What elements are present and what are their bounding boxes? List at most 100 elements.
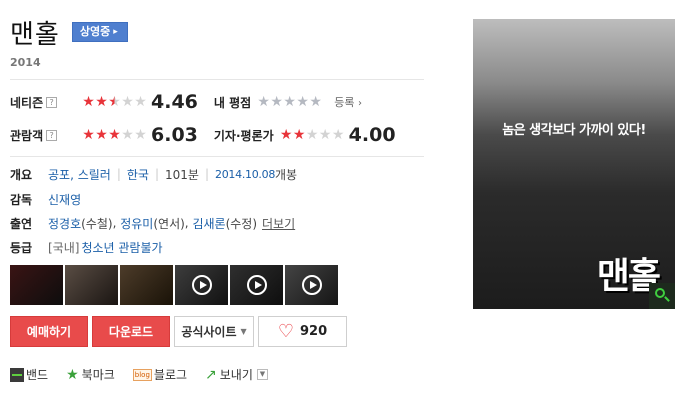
magnifier-handle: [664, 296, 670, 302]
send-label: 보내기: [219, 368, 253, 382]
rating-row-audience: 관람객 ? ★ ★ ★ ★ ★ 6.03 기자·평론가 ★ ★ ★ ★ ★ 4.…: [10, 124, 396, 146]
poster-tagline: 놈은 생각보다 가까이 있다!: [502, 123, 646, 138]
star-icon: ★: [108, 127, 121, 143]
blog-icon: blog: [132, 368, 152, 381]
cast-more-link[interactable]: 더보기: [262, 215, 295, 232]
release-suffix: 개봉: [275, 167, 298, 182]
star-icon: ★: [305, 127, 319, 143]
share-bookmark[interactable]: ★ 북마크: [66, 366, 115, 383]
action-buttons: 예매하기 다운로드 공식사이트 ▼ ♡ 920: [10, 316, 347, 347]
status-label: 상영중: [79, 25, 111, 38]
divider: [10, 79, 424, 80]
official-site-label: 공식사이트: [181, 325, 237, 339]
star-icon: ★: [292, 127, 306, 143]
star-icon: ★: [331, 127, 345, 143]
register-rating-link[interactable]: 등록 ›: [334, 94, 362, 110]
share-blog[interactable]: blog 블로그: [132, 366, 188, 383]
critic-stars: ★ ★ ★ ★ ★: [280, 128, 345, 142]
still-thumbnail[interactable]: [10, 265, 63, 305]
actor-link[interactable]: 정경호: [48, 215, 81, 232]
reserve-button[interactable]: 예매하기: [10, 316, 88, 347]
movie-poster[interactable]: 놈은 생각보다 가까이 있다! 맨홀: [473, 19, 675, 309]
release-year: 2014: [10, 56, 41, 69]
comma: ,: [112, 216, 121, 230]
register-link-text: 등록: [334, 96, 355, 109]
dropdown-icon[interactable]: ▼: [256, 369, 268, 380]
star-icon: ★: [95, 94, 108, 110]
star-icon[interactable]: ★: [283, 95, 296, 109]
netizen-stars: ★ ★ ★ ★ ★: [82, 95, 147, 109]
release-date-link[interactable]: 2014.10.08: [215, 168, 275, 181]
critic-score: 4.00: [348, 124, 396, 146]
official-site-button[interactable]: 공식사이트 ▼: [174, 316, 254, 347]
title-row: 맨홀 상영중 ▸: [10, 12, 128, 52]
zoom-button[interactable]: [649, 283, 675, 309]
runtime: 101분: [165, 167, 199, 182]
netizen-rating-label: 네티즌 ?: [10, 94, 76, 111]
still-thumbnail[interactable]: [65, 265, 118, 305]
director-link[interactable]: 신재영: [48, 191, 81, 208]
netizen-score: 4.46: [151, 91, 198, 113]
info-row-cast: 출연 정경호 (수철), 정유미 (연서), 김새론 (수정) 더보기: [10, 213, 295, 233]
star-icon[interactable]: ★: [257, 95, 270, 109]
chevron-right-icon: ›: [357, 98, 362, 109]
actor-link[interactable]: 김새론: [192, 215, 225, 232]
star-icon: ★: [121, 94, 134, 110]
info-row-grade: 등급 [국내] 청소년 관람불가: [10, 237, 163, 257]
help-icon[interactable]: ?: [46, 96, 58, 108]
caret-down-icon: ▼: [240, 327, 247, 336]
comma: ,: [184, 216, 193, 230]
star-icon[interactable]: ★: [270, 95, 283, 109]
star-icon: ★: [95, 127, 108, 143]
star-icon: ★: [134, 94, 147, 110]
still-thumbnail[interactable]: [120, 265, 173, 305]
status-badge[interactable]: 상영중 ▸: [71, 22, 128, 42]
actor-role: (연서): [153, 216, 185, 231]
star-half-icon: ★: [108, 94, 121, 110]
download-button[interactable]: 다운로드: [92, 316, 170, 347]
audience-stars: ★ ★ ★ ★ ★: [82, 128, 147, 142]
grade-link[interactable]: 청소년 관람불가: [81, 239, 162, 256]
help-icon[interactable]: ?: [46, 129, 58, 141]
star-icon: ★: [279, 127, 293, 143]
bookmark-label: 북마크: [81, 368, 115, 382]
video-thumbnail[interactable]: [230, 265, 283, 305]
audience-score: 6.03: [151, 124, 198, 146]
my-rating-label: 내 평점: [213, 95, 252, 110]
star-icon: ★: [121, 127, 134, 143]
grade-label: 등급: [10, 240, 33, 255]
star-icon: ★: [82, 127, 95, 143]
genre-link[interactable]: 공포, 스릴러: [48, 166, 111, 183]
band-icon: [10, 367, 24, 382]
play-icon: [301, 275, 322, 295]
separator: |: [204, 167, 210, 181]
video-thumbnail[interactable]: [285, 265, 338, 305]
star-icon: ★: [318, 127, 332, 143]
like-button[interactable]: ♡ 920: [258, 316, 347, 347]
movie-title: 맨홀: [10, 19, 60, 50]
cast-label: 출연: [10, 216, 33, 231]
blog-label: 블로그: [153, 368, 188, 382]
actor-role: (수정): [225, 216, 258, 231]
video-thumbnail[interactable]: [175, 265, 228, 305]
outline-label: 개요: [10, 167, 33, 182]
band-label: 밴드: [26, 368, 49, 382]
country-link[interactable]: 한국: [127, 166, 149, 183]
play-icon: [246, 275, 267, 295]
star-icon: ★: [82, 94, 95, 110]
star-icon[interactable]: ★: [296, 95, 309, 109]
star-icon[interactable]: ★: [309, 95, 322, 109]
send-arrow-icon: ↗: [205, 366, 217, 383]
actor-link[interactable]: 정유미: [120, 215, 153, 232]
my-rating-stars[interactable]: ★ ★ ★ ★ ★: [257, 95, 322, 109]
star-bookmark-icon: ★: [66, 366, 79, 383]
critic-rating-label: 기자·평론가: [213, 128, 274, 143]
share-band[interactable]: 밴드: [10, 366, 48, 383]
chevron-right-icon: ▸: [113, 27, 118, 37]
grade-region: [국내]: [48, 240, 80, 255]
share-row: 밴드 ★ 북마크 blog 블로그 ↗ 보내기 ▼: [10, 366, 286, 383]
thumbnail-strip: [10, 265, 338, 305]
separator: |: [116, 167, 121, 181]
rating-row-netizen: 네티즌 ? ★ ★ ★ ★ ★ 4.46 내 평점 ★ ★ ★ ★ ★ 등록 ›: [10, 91, 362, 113]
share-send[interactable]: ↗ 보내기 ▼: [205, 366, 268, 383]
